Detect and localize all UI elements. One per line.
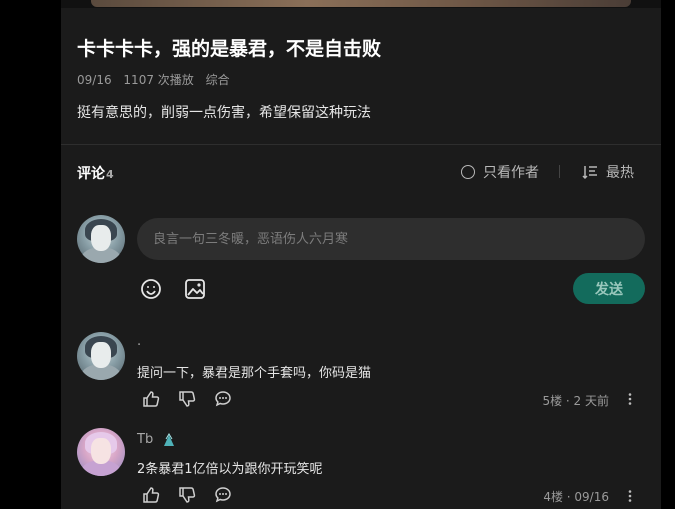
like-icon[interactable] [142, 390, 160, 408]
comment-avatar[interactable] [77, 428, 125, 476]
avatar-face [91, 342, 111, 368]
reply-icon[interactable] [214, 390, 232, 408]
comment-input[interactable] [137, 218, 645, 260]
comments-header: 评论4 [77, 163, 114, 183]
divider [61, 144, 661, 145]
comment-avatar[interactable] [77, 332, 125, 380]
comment-text: 2条暴君1亿倍以为跟你开玩笑呢 [137, 462, 323, 477]
send-button[interactable]: 发送 [573, 273, 645, 304]
comment-text: 提问一下，暴君是那个手套吗，你码是猫 [137, 366, 372, 381]
comment-floor-time: 5楼 · 2 天前 [542, 394, 609, 408]
header-separator [559, 165, 560, 178]
comments-count: 4 [106, 168, 114, 181]
sort-toggle[interactable]: 最热 [582, 162, 634, 182]
author-only-label: 只看作者 [483, 165, 539, 181]
emoji-icon[interactable] [140, 278, 162, 300]
comment-author[interactable]: . [137, 334, 141, 349]
comment-actions [142, 486, 250, 504]
dislike-icon[interactable] [178, 486, 196, 504]
post-title: 卡卡卡卡，强的是暴君，不是自击败 [77, 38, 382, 60]
author-only-toggle[interactable]: 只看作者 [461, 162, 539, 182]
comment-floor-time: 4楼 · 09/16 [543, 490, 609, 504]
comments-label: 评论 [77, 166, 105, 182]
comment-actions [142, 390, 250, 408]
sort-label: 最热 [606, 165, 634, 181]
sort-icon [582, 166, 597, 180]
like-icon[interactable] [142, 486, 160, 504]
comment-author-row: Tb [137, 432, 177, 447]
post-description: 挺有意思的，削弱一点伤害，希望保留这种玩法 [77, 105, 371, 121]
avatar-face [91, 225, 111, 251]
video-player-edge[interactable]: 10_0721f263-92c0-1f0-9892-00000000000c [61, 0, 661, 8]
current-user-avatar[interactable] [77, 215, 125, 263]
more-icon[interactable] [623, 489, 637, 503]
more-icon[interactable] [623, 392, 637, 406]
comment-author[interactable]: Tb [137, 432, 153, 447]
post-panel: 10_0721f263-92c0-1f0-9892-00000000000c 卡… [61, 0, 661, 509]
user-badge-icon [164, 432, 175, 446]
image-icon[interactable] [184, 278, 206, 300]
radio-icon[interactable] [461, 165, 475, 179]
post-meta: 09/16 1107 次播放 综合 [77, 71, 238, 88]
reply-icon[interactable] [214, 486, 232, 504]
avatar-face [91, 438, 111, 464]
dislike-icon[interactable] [178, 390, 196, 408]
post-category[interactable]: 综合 [206, 73, 230, 87]
post-plays: 1107 次播放 [123, 73, 194, 87]
video-thumbnail[interactable]: 10_0721f263-92c0-1f0-9892-00000000000c [91, 0, 631, 7]
post-date: 09/16 [77, 73, 112, 87]
